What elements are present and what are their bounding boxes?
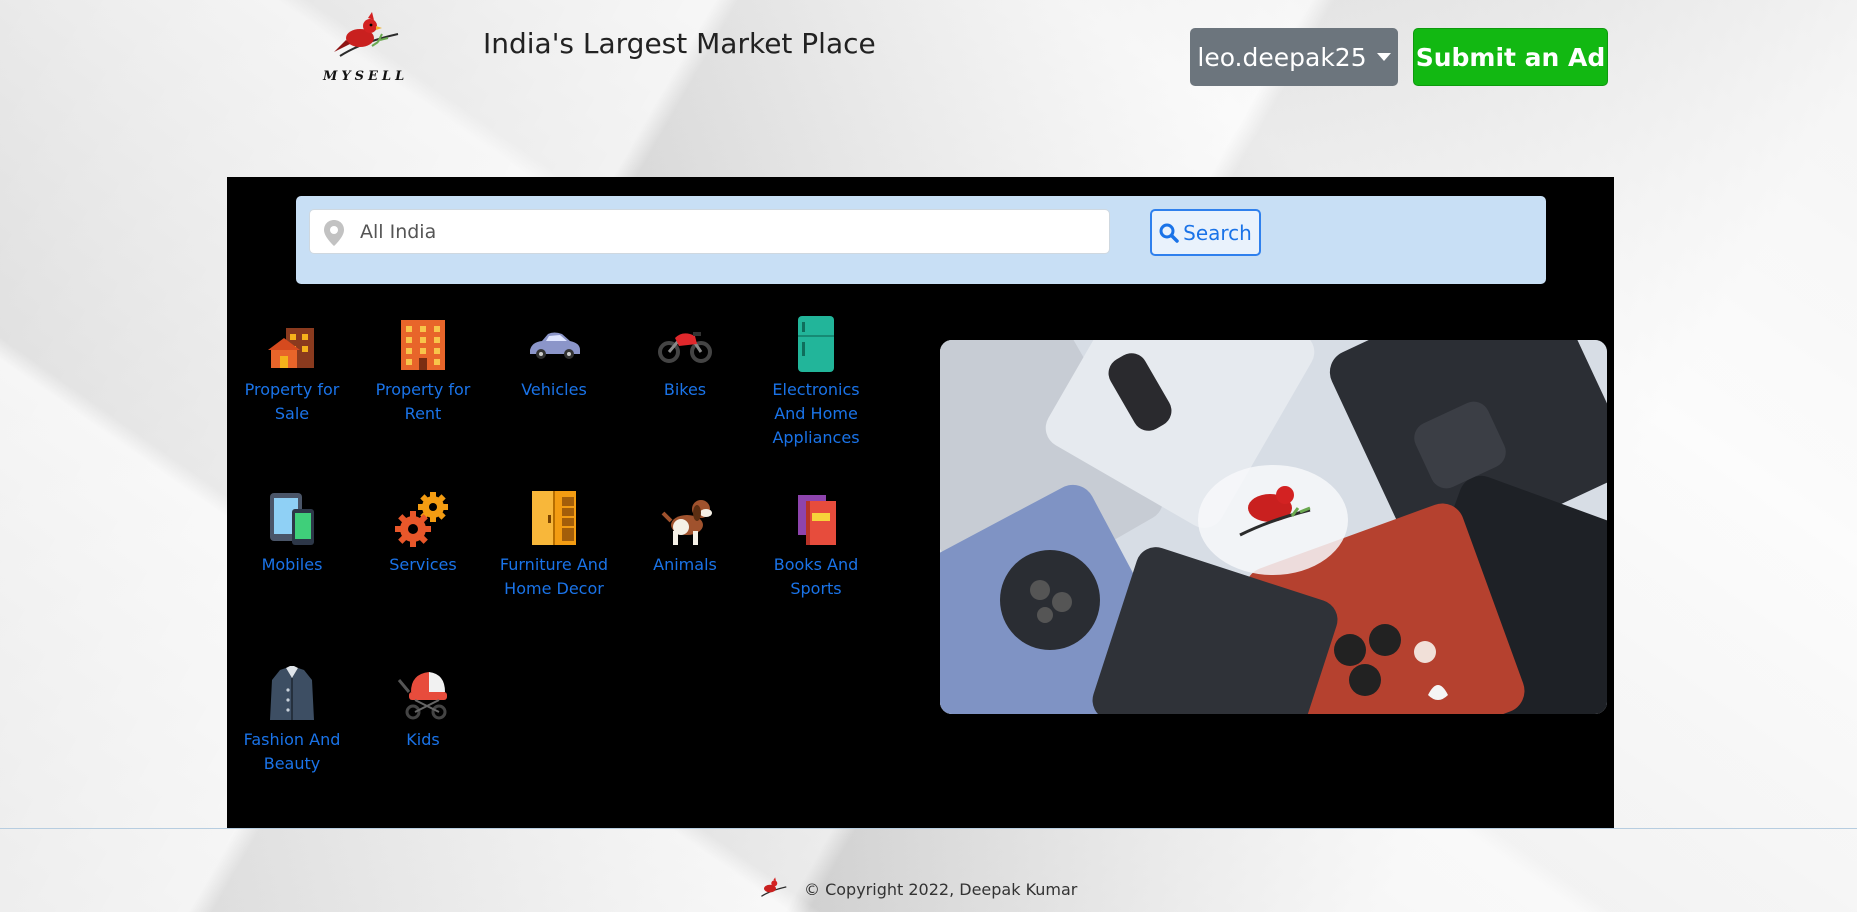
category-label: Books And Sports [773, 555, 859, 598]
category-property-for-rent[interactable]: Property for Rent [363, 316, 483, 426]
category-label: Kids [406, 730, 440, 749]
copyright-text: © Copyright 2022, Deepak Kumar [804, 879, 1078, 899]
wardrobe-icon [532, 491, 576, 545]
submit-ad-button[interactable]: Submit an Ad [1413, 28, 1608, 86]
category-animals[interactable]: Animals [625, 491, 745, 577]
category-bikes[interactable]: Bikes [625, 316, 745, 402]
cardinal-bird-icon [334, 12, 399, 57]
category-electronics-home-appliances[interactable]: Electronics And Home Appliances [756, 316, 876, 450]
books-icon [798, 495, 836, 545]
caret-down-icon [1376, 53, 1391, 61]
car-icon [530, 332, 580, 359]
site-logo[interactable]: MYSELL [318, 12, 408, 88]
footer: © Copyright 2022, Deepak Kumar [758, 875, 1077, 903]
category-label: Property for Rent [375, 380, 471, 423]
category-label: Electronics And Home Appliances [772, 380, 860, 447]
search-button[interactable]: Search [1150, 209, 1261, 256]
category-label: Fashion And Beauty [243, 730, 341, 773]
map-pin-icon [324, 220, 344, 246]
phones-collage-image [940, 340, 1607, 714]
category-fashion-beauty[interactable]: Fashion And Beauty [232, 666, 352, 776]
cardinal-bird-icon [761, 877, 787, 897]
category-furniture-home-decor[interactable]: Furniture And Home Decor [494, 491, 614, 601]
search-bar: All India Search [296, 196, 1546, 284]
main-panel: All India Search Property for Sale Prope… [227, 177, 1614, 828]
location-input[interactable]: All India [309, 209, 1110, 254]
tablet-phone-icon [270, 493, 314, 545]
gears-icon [395, 492, 448, 547]
category-label: Vehicles [521, 380, 587, 399]
category-property-for-sale[interactable]: Property for Sale [232, 316, 352, 426]
page-tagline: India's Largest Market Place [483, 27, 876, 60]
promo-banner-image [940, 340, 1607, 714]
search-icon [1159, 223, 1179, 243]
building-icon [401, 320, 445, 370]
category-vehicles[interactable]: Vehicles [494, 316, 614, 402]
category-services[interactable]: Services [363, 491, 483, 577]
category-kids[interactable]: Kids [363, 666, 483, 752]
category-books-sports[interactable]: Books And Sports [756, 491, 876, 601]
stroller-icon [397, 672, 447, 720]
category-mobiles[interactable]: Mobiles [232, 491, 352, 577]
footer-logo [758, 875, 788, 903]
category-label: Furniture And Home Decor [499, 555, 609, 598]
location-value: All India [360, 221, 437, 243]
user-menu-button[interactable]: leo.deepak25 [1190, 28, 1398, 86]
dog-icon [661, 500, 712, 545]
category-label: Services [389, 555, 457, 574]
category-label: Mobiles [261, 555, 323, 574]
user-menu-label: leo.deepak25 [1197, 42, 1367, 72]
search-button-label: Search [1183, 220, 1252, 245]
fridge-icon [798, 316, 834, 372]
logo-text: MYSELL [323, 69, 409, 84]
coat-icon [270, 666, 314, 720]
house-icon [268, 328, 314, 368]
motorbike-icon [658, 332, 712, 363]
category-label: Property for Sale [244, 380, 340, 423]
footer-divider [0, 828, 1857, 829]
category-label: Bikes [663, 380, 707, 399]
category-label: Animals [653, 555, 717, 574]
